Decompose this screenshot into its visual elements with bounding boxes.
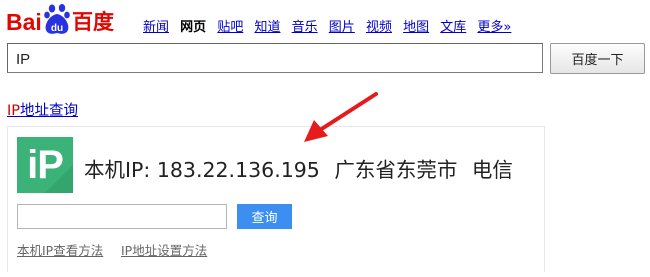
nav-item-zhidao[interactable]: 知道 bbox=[254, 16, 280, 35]
nav-item-images[interactable]: 图片 bbox=[329, 16, 355, 35]
paw-icon: du bbox=[44, 4, 70, 34]
logo-text-name: 百度 bbox=[72, 10, 114, 34]
result-title-text: 地址查询 bbox=[20, 103, 79, 119]
nav-item-map[interactable]: 地图 bbox=[403, 16, 429, 35]
nav-item-music[interactable]: 音乐 bbox=[292, 16, 318, 35]
ip-query-input[interactable] bbox=[17, 204, 227, 229]
nav-item-news[interactable]: 新闻 bbox=[143, 16, 169, 35]
link-local-ip-howto[interactable]: 本机IP查看方法 bbox=[17, 240, 103, 259]
link-ip-settings-howto[interactable]: IP地址设置方法 bbox=[121, 240, 207, 259]
baidu-logo[interactable]: Bai du 百度 bbox=[6, 3, 132, 37]
result-title-link[interactable]: IP地址查询 bbox=[7, 99, 78, 120]
ip-logo-icon: iP bbox=[17, 137, 73, 193]
svg-text:du: du bbox=[51, 23, 63, 34]
result-title-highlight: IP bbox=[7, 103, 21, 119]
nav-item-wenku[interactable]: 文库 bbox=[440, 16, 466, 35]
ip-location: 广东省东莞市 bbox=[334, 158, 458, 182]
search-input[interactable] bbox=[7, 43, 543, 73]
ip-isp: 电信 bbox=[471, 158, 513, 182]
ip-query-button[interactable]: 查询 bbox=[237, 204, 292, 229]
search-button[interactable]: 百度一下 bbox=[550, 43, 645, 74]
nav-item-tieba[interactable]: 贴吧 bbox=[217, 16, 243, 35]
logo-text-bai: Bai bbox=[6, 9, 42, 35]
ip-info: 本机IP: 183.22.136.195 广东省东莞市 电信 bbox=[84, 153, 521, 183]
top-nav: 新闻 网页 贴吧 知道 音乐 图片 视频 地图 文库 更多» bbox=[143, 16, 518, 35]
nav-item-more[interactable]: 更多» bbox=[477, 16, 511, 35]
nav-item-video[interactable]: 视频 bbox=[366, 16, 392, 35]
nav-item-web: 网页 bbox=[180, 20, 207, 35]
annotation-arrow-icon bbox=[304, 92, 378, 142]
ip-address: 本机IP: 183.22.136.195 bbox=[84, 158, 320, 182]
